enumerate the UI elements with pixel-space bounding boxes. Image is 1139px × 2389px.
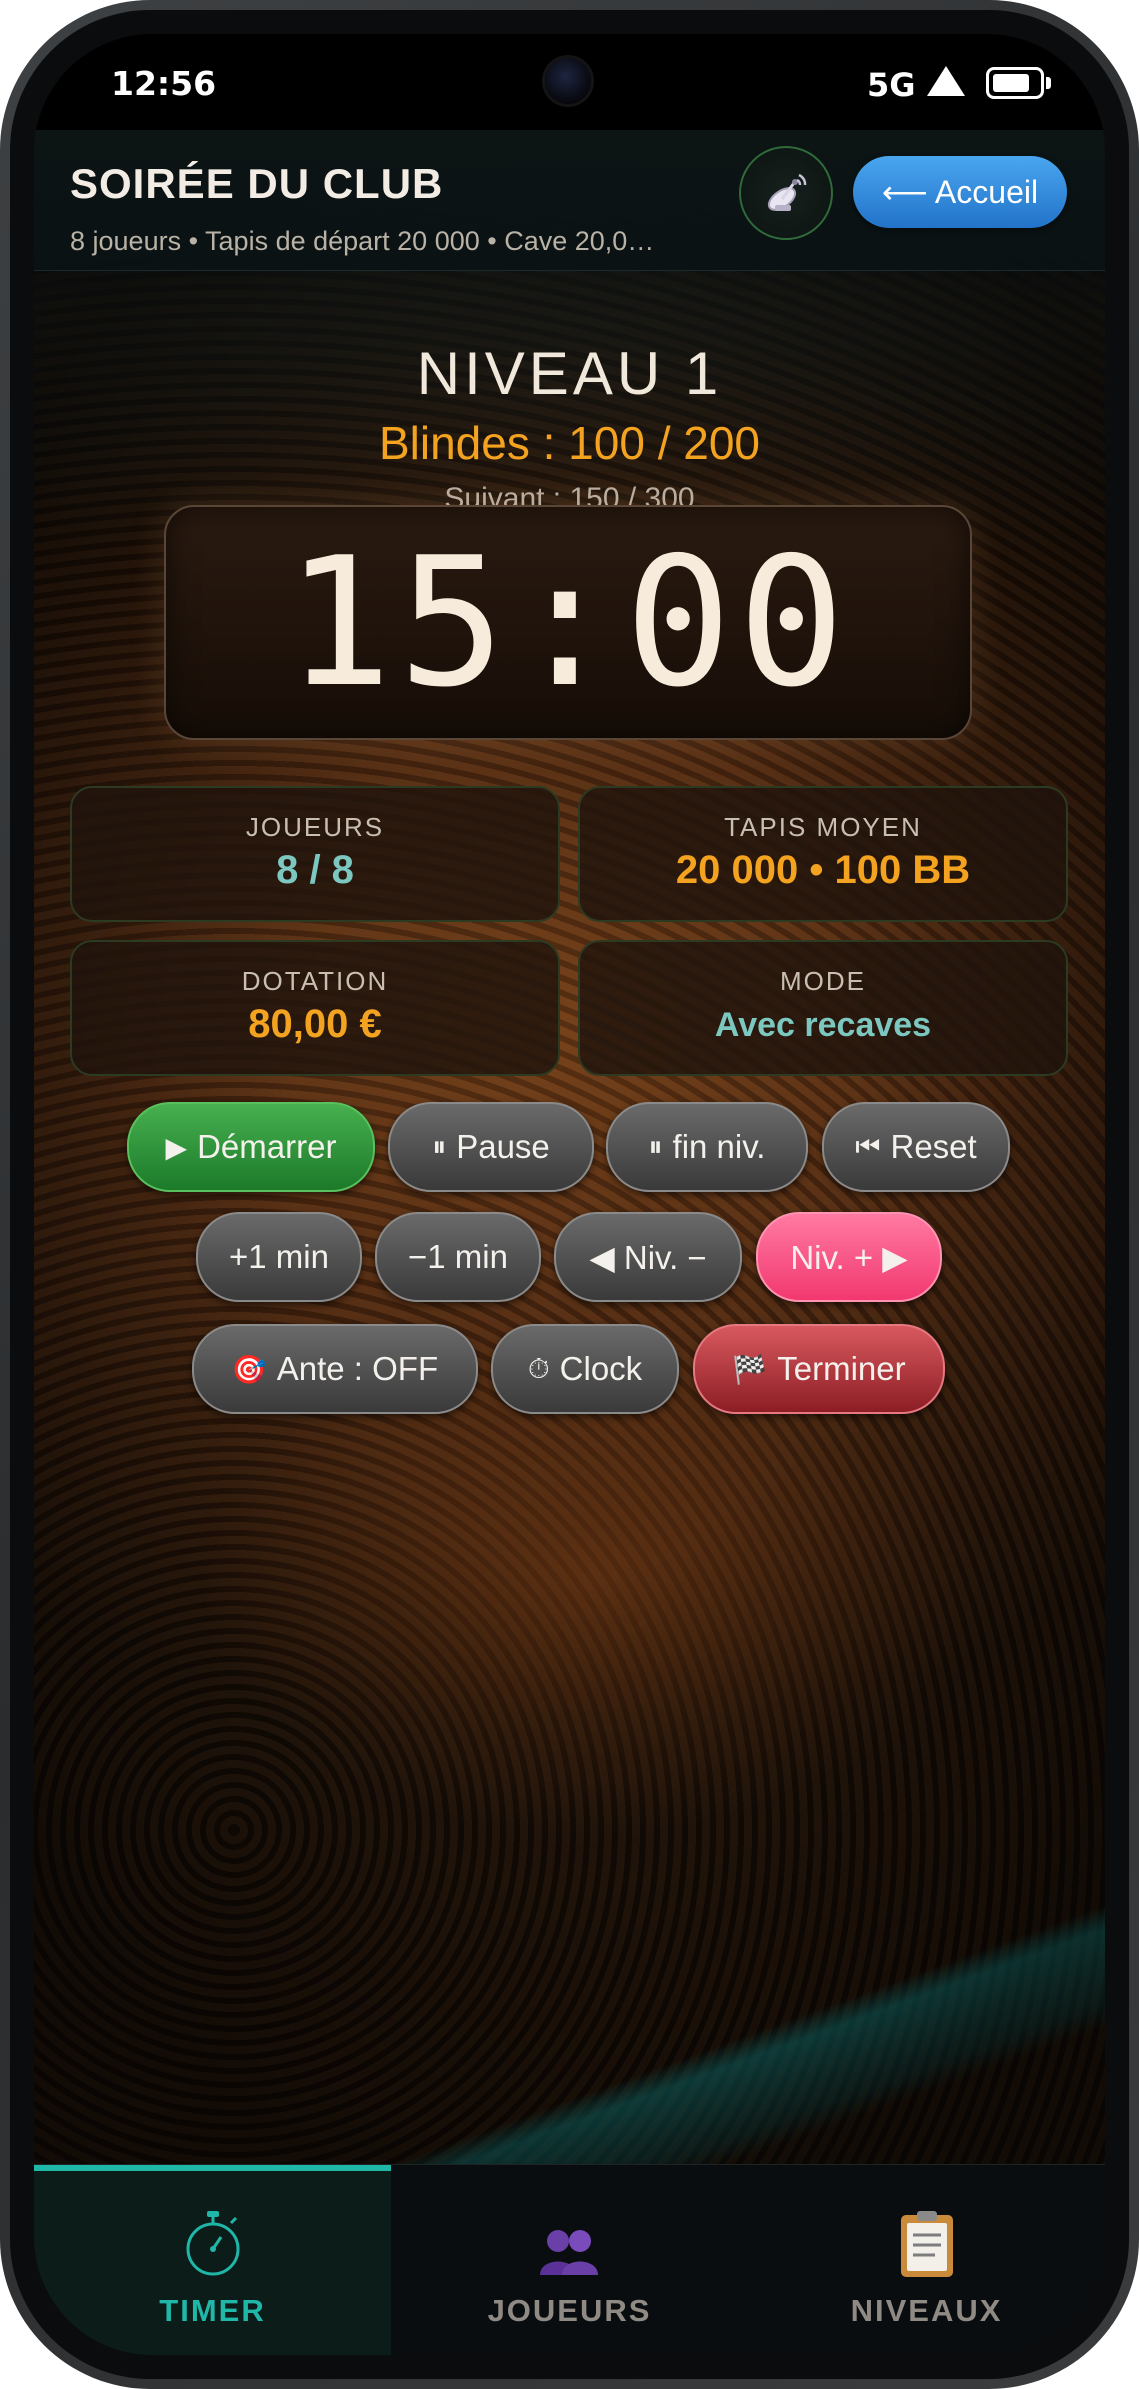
players-label: JOUEURS — [245, 812, 385, 842]
prize-pool-label: DOTATION — [241, 966, 389, 996]
start-button[interactable]: ▶ Démarrer — [127, 1102, 375, 1192]
pause-end-level-button[interactable]: ⏸ fin niv. — [606, 1102, 808, 1192]
tab-players[interactable]: JOUEURS — [391, 2165, 748, 2355]
status-bar: 12:56 5G — [34, 34, 1105, 130]
countdown-timer: 15:00 — [164, 505, 972, 740]
phone-frame: 12:56 5G SOIRÉE DU CLUB 8 joueurs • Tapi… — [0, 0, 1139, 2389]
start-label: Démarrer — [197, 1128, 337, 1165]
finish-label: Terminer — [777, 1350, 906, 1387]
timer-display: 15:00 — [285, 519, 851, 726]
reset-button[interactable]: ⏮ Reset — [822, 1102, 1010, 1192]
tab-players-label: JOUEURS — [487, 2293, 652, 2328]
bottom-navigation: TIMER JOUEURS NIVEAUX — [34, 2164, 1105, 2355]
pause-end-label: fin niv. — [672, 1128, 766, 1165]
skip-back-icon: ⏮ — [855, 1130, 881, 1162]
tab-timer-label: TIMER — [159, 2293, 266, 2328]
tab-levels-label: NIVEAUX — [850, 2293, 1003, 2328]
ante-toggle-button[interactable]: 🎯 Ante : OFF — [192, 1324, 478, 1414]
pause-label: Pause — [456, 1128, 550, 1165]
tab-timer[interactable]: TIMER — [34, 2165, 391, 2355]
finish-button[interactable]: 🏁 Terminer — [693, 1324, 945, 1414]
mode-card: MODE Avec recaves — [578, 940, 1068, 1076]
stopwatch-icon: ⏱ — [527, 1352, 550, 1384]
pause-icon: ⏸ — [648, 1130, 663, 1162]
front-camera — [545, 58, 591, 104]
signal-icon — [927, 66, 965, 96]
mode-label: MODE — [780, 966, 866, 996]
stopwatch-icon — [186, 2211, 240, 2276]
current-blinds: Blindes : 100 / 200 — [378, 417, 761, 469]
prize-pool-card: DOTATION 80,00 € — [70, 940, 560, 1076]
cast-button[interactable] — [739, 146, 833, 240]
clock-button[interactable]: ⏱ Clock — [491, 1324, 679, 1414]
page-subtitle: 8 joueurs • Tapis de départ 20 000 • Cav… — [70, 226, 655, 256]
play-icon: ▶ — [165, 1131, 188, 1163]
active-tab-indicator — [34, 2165, 391, 2171]
page-title: SOIRÉE DU CLUB — [70, 160, 444, 207]
prize-pool-value: 80,00 € — [248, 1002, 382, 1046]
app-header: SOIRÉE DU CLUB 8 joueurs • Tapis de dépa… — [34, 130, 1105, 271]
ante-label: Ante : OFF — [276, 1350, 439, 1387]
battery-icon — [986, 67, 1051, 99]
average-stack-label: TAPIS MOYEN — [724, 812, 922, 842]
satellite-icon — [767, 173, 807, 211]
add-minute-button[interactable]: +1 min — [196, 1212, 362, 1302]
mode-value: Avec recaves — [714, 1006, 932, 1044]
pause-button[interactable]: ⏸ Pause — [388, 1102, 594, 1192]
players-icon — [540, 2230, 598, 2275]
clipboard-icon — [901, 2211, 953, 2277]
app-screen: 12:56 5G SOIRÉE DU CLUB 8 joueurs • Tapi… — [34, 34, 1105, 2355]
checkered-flag-icon: 🏁 — [732, 1353, 768, 1385]
average-stack-value: 20 000 • 100 BB — [675, 848, 971, 892]
remove-minute-button[interactable]: −1 min — [375, 1212, 541, 1302]
tab-levels[interactable]: NIVEAUX — [748, 2165, 1105, 2355]
clock-label: Clock — [559, 1350, 643, 1387]
pause-icon: ⏸ — [432, 1130, 447, 1162]
status-time: 12:56 — [111, 64, 217, 103]
target-icon: 🎯 — [231, 1353, 267, 1385]
next-level-button[interactable]: Niv. + ▶ — [756, 1212, 942, 1302]
level-title: NIVEAU 1 — [416, 340, 723, 407]
home-button[interactable]: ⟵ Accueil — [853, 156, 1067, 228]
previous-level-button[interactable]: ◀ Niv. − — [554, 1212, 742, 1302]
network-type: 5G — [867, 66, 916, 104]
players-value: 8 / 8 — [276, 848, 354, 892]
players-card: JOUEURS 8 / 8 — [70, 786, 560, 922]
average-stack-card: TAPIS MOYEN 20 000 • 100 BB — [578, 786, 1068, 922]
reset-label: Reset — [890, 1128, 977, 1165]
